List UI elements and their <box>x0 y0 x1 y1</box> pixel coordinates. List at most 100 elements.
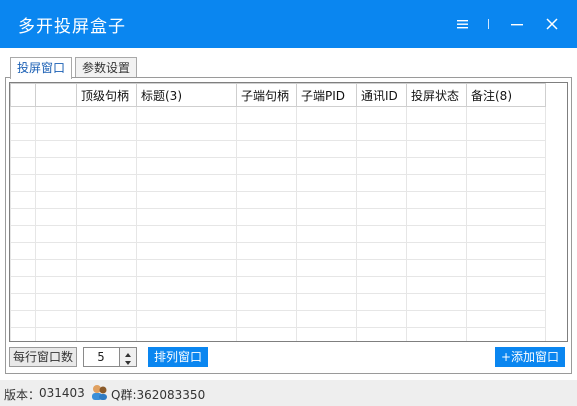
table-cell <box>356 140 407 158</box>
table-cell <box>296 259 357 277</box>
col-header-comm-id[interactable]: 通讯ID <box>356 83 407 107</box>
table-cell <box>136 140 237 158</box>
table-cell <box>35 140 77 158</box>
table-row[interactable] <box>10 310 546 328</box>
table-row[interactable] <box>10 174 546 192</box>
table-cell <box>406 123 467 141</box>
col-header-title[interactable]: 标题(3) <box>136 83 237 107</box>
tab-cast-windows[interactable]: 投屏窗口 <box>10 57 73 79</box>
table-cell <box>236 327 297 341</box>
qq-avatar-icon <box>90 383 108 404</box>
table-cell <box>10 208 36 226</box>
table-cell <box>466 276 546 294</box>
table-cell <box>10 310 36 328</box>
col-header-blank-2[interactable] <box>35 83 77 107</box>
table-cell <box>466 140 546 158</box>
table-cell <box>76 327 137 341</box>
tab-cast-windows-label: 投屏窗口 <box>17 61 66 75</box>
table-row[interactable] <box>10 157 546 175</box>
tab-strip: 投屏窗口 参数设置 <box>0 48 577 79</box>
table-cell <box>466 310 546 328</box>
table-cell <box>10 225 36 243</box>
table-cell <box>10 140 36 158</box>
table-row[interactable] <box>10 242 546 260</box>
spinner-down-button[interactable] <box>120 357 136 366</box>
table-row[interactable] <box>10 191 546 209</box>
table-cell <box>236 293 297 311</box>
table-cell <box>76 242 137 260</box>
table-cell <box>296 293 357 311</box>
table-cell <box>236 140 297 158</box>
table-cell <box>356 225 407 243</box>
table-cell <box>10 123 36 141</box>
table-cell <box>356 259 407 277</box>
table-cell <box>35 106 77 124</box>
col-header-top-handle[interactable]: 顶级句柄 <box>76 83 137 107</box>
table-row[interactable] <box>10 327 546 341</box>
triangle-down-icon <box>125 361 131 365</box>
table-cell <box>466 242 546 260</box>
table-cell <box>10 157 36 175</box>
col-header-child-handle[interactable]: 子端句柄 <box>236 83 297 107</box>
table-cell <box>406 174 467 192</box>
per-row-value[interactable]: 5 <box>84 348 118 366</box>
col-header-child-pid[interactable]: 子端PID <box>296 83 357 107</box>
table-row[interactable] <box>10 140 546 158</box>
table-row[interactable] <box>10 259 546 277</box>
table-cell <box>236 208 297 226</box>
table-cell <box>356 208 407 226</box>
table-row[interactable] <box>10 293 546 311</box>
window-list-grid[interactable]: 顶级句柄 标题(3) 子端句柄 子端PID 通讯ID 投屏状态 备注(8) <box>9 82 568 342</box>
table-cell <box>35 191 77 209</box>
col-header-remark[interactable]: 备注(8) <box>466 83 546 107</box>
table-cell <box>236 106 297 124</box>
table-cell <box>35 208 77 226</box>
table-cell <box>466 293 546 311</box>
table-row[interactable] <box>10 276 546 294</box>
table-cell <box>466 106 546 124</box>
table-row[interactable] <box>10 208 546 226</box>
spinner-arrows <box>119 348 136 366</box>
table-row[interactable] <box>10 106 546 124</box>
table-cell <box>136 259 237 277</box>
spinner-up-button[interactable] <box>120 348 136 357</box>
table-cell <box>10 106 36 124</box>
table-cell <box>296 276 357 294</box>
per-row-spinner[interactable]: 5 <box>83 347 137 367</box>
table-cell <box>296 157 357 175</box>
close-button[interactable] <box>540 12 564 36</box>
table-cell <box>236 259 297 277</box>
arrange-windows-button[interactable]: 排列窗口 <box>148 347 209 367</box>
table-cell <box>296 140 357 158</box>
table-cell <box>136 123 237 141</box>
tab-settings[interactable]: 参数设置 <box>75 57 138 78</box>
table-cell <box>76 106 137 124</box>
table-cell <box>136 310 237 328</box>
table-cell <box>406 140 467 158</box>
table-cell <box>356 327 407 341</box>
table-cell <box>35 327 77 341</box>
menu-icon <box>457 20 468 29</box>
table-row[interactable] <box>10 225 546 243</box>
table-header-row: 顶级句柄 标题(3) 子端句柄 子端PID 通讯ID 投屏状态 备注(8) <box>10 83 546 107</box>
table-cell <box>356 123 407 141</box>
table-cell <box>296 225 357 243</box>
table-cell <box>466 259 546 277</box>
add-window-button[interactable]: +添加窗口 <box>495 347 566 367</box>
minimize-button[interactable] <box>505 12 529 36</box>
col-header-cast-status[interactable]: 投屏状态 <box>406 83 467 107</box>
table-cell <box>466 157 546 175</box>
col-header-blank-1[interactable] <box>10 83 36 107</box>
close-icon <box>546 18 558 30</box>
bottom-controls: 每行窗口数 5 排列窗口 +添加窗口 <box>9 346 566 368</box>
table-cell <box>466 174 546 192</box>
cast-window-panel: 顶级句柄 标题(3) 子端句柄 子端PID 通讯ID 投屏状态 备注(8) 每行… <box>5 77 572 374</box>
table-cell <box>136 174 237 192</box>
table-cell <box>466 208 546 226</box>
table-cell <box>35 242 77 260</box>
table-row[interactable] <box>10 123 546 141</box>
menu-button[interactable] <box>450 12 474 36</box>
table-cell <box>76 293 137 311</box>
table-cell <box>406 293 467 311</box>
table-cell <box>236 276 297 294</box>
